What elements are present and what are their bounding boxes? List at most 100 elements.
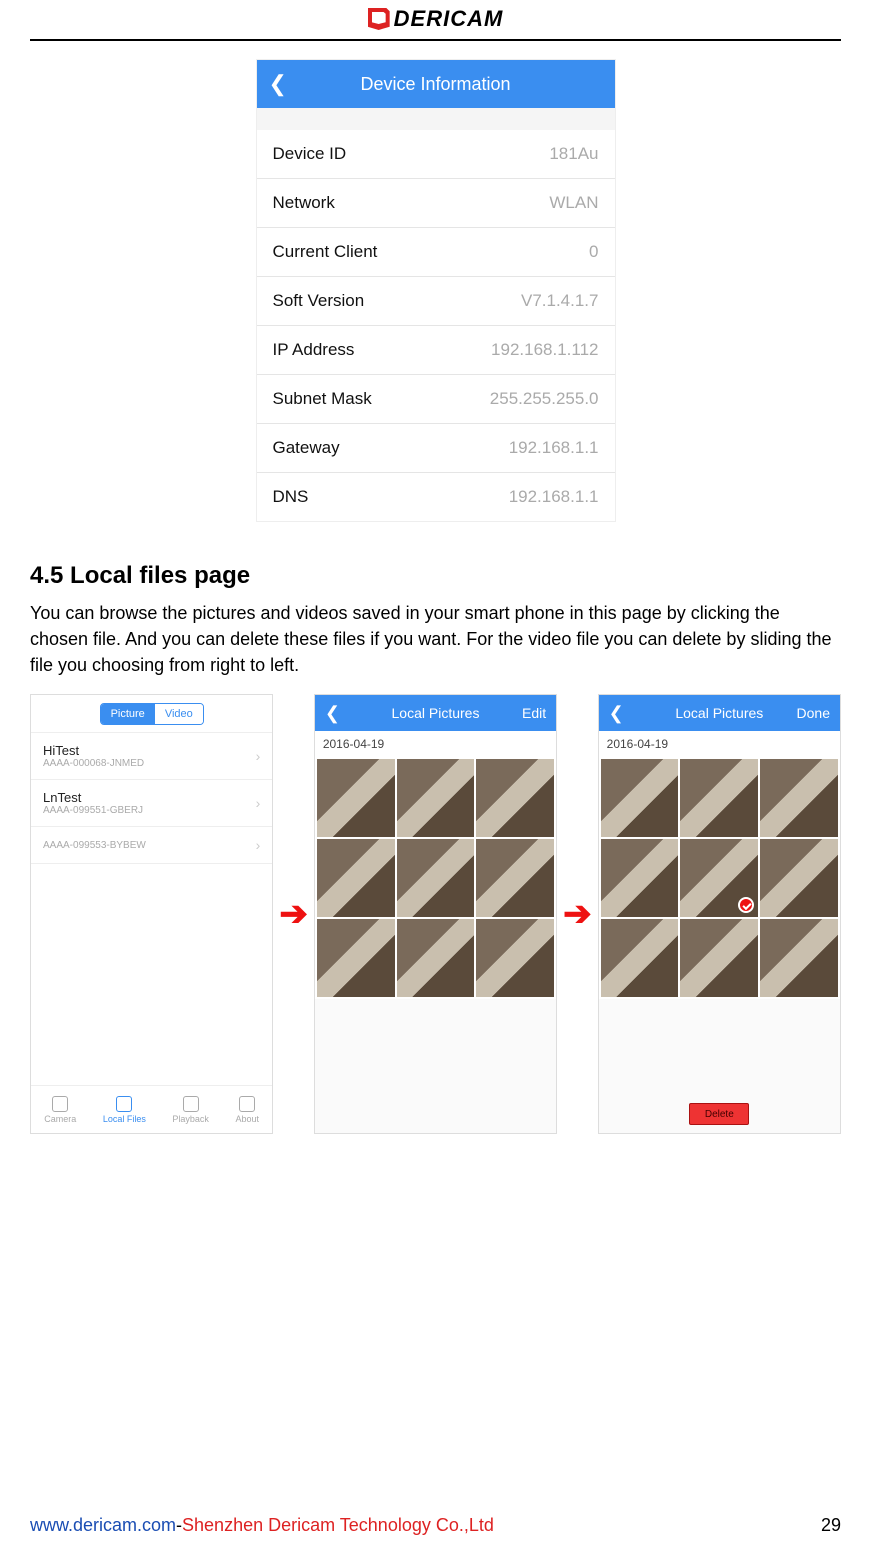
device-info-row: IP Address 192.168.1.112 (257, 326, 615, 375)
page-number: 29 (821, 1515, 841, 1536)
device-info-label: Network (273, 193, 335, 213)
delete-button[interactable]: Delete (689, 1103, 749, 1125)
photo-thumbnail[interactable] (317, 759, 395, 837)
arrow-right-icon: ➔ (563, 894, 592, 934)
nav-bar: ❮ Local Pictures Done (599, 695, 840, 731)
device-info-label: Current Client (273, 242, 378, 262)
date-header: 2016-04-19 (315, 731, 556, 757)
device-info-value: 192.168.1.1 (509, 438, 599, 458)
photo-thumbnail[interactable] (476, 919, 554, 997)
device-info-titlebar: ❮ Device Information (257, 60, 615, 108)
photo-thumbnail[interactable] (397, 759, 475, 837)
device-info-value: WLAN (549, 193, 598, 213)
done-button[interactable]: Done (797, 705, 830, 721)
photo-thumbnail[interactable] (601, 919, 679, 997)
device-info-label: IP Address (273, 340, 355, 360)
photo-thumbnail[interactable] (601, 839, 679, 917)
list-item[interactable]: AAAA-099553-BYBEW › (31, 827, 272, 864)
footer-company: Shenzhen Dericam Technology Co.,Ltd (182, 1515, 494, 1535)
device-info-row: Subnet Mask 255.255.255.0 (257, 375, 615, 424)
list-item-subtitle: AAAA-000068-JNMED (43, 758, 144, 769)
info-icon (239, 1096, 255, 1112)
photo-thumbnail[interactable] (397, 839, 475, 917)
screenshot-local-pictures-select: ❮ Local Pictures Done 2016-04-19 Delete (598, 694, 841, 1134)
page-footer: www.dericam.com-Shenzhen Dericam Technol… (30, 1515, 841, 1536)
list-item[interactable]: HiTestAAAA-000068-JNMED › (31, 733, 272, 780)
device-info-label: Subnet Mask (273, 389, 372, 409)
device-info-value: 0 (589, 242, 598, 262)
thumbnail-grid (599, 757, 840, 998)
thumbnail-grid (315, 757, 556, 998)
segment-control: Picture Video (31, 695, 272, 733)
tab-local-files[interactable]: Local Files (103, 1096, 146, 1124)
photo-thumbnail[interactable] (680, 759, 758, 837)
section-body: You can browse the pictures and videos s… (30, 600, 841, 678)
nav-title: Local Pictures (315, 705, 556, 721)
photo-thumbnail[interactable] (760, 759, 838, 837)
device-info-row: Current Client 0 (257, 228, 615, 277)
folder-icon (116, 1096, 132, 1112)
segment-video[interactable]: Video (155, 704, 203, 724)
list-item[interactable]: LnTestAAAA-099551-GBERJ › (31, 780, 272, 827)
chevron-right-icon: › (256, 837, 261, 853)
photo-thumbnail[interactable] (476, 839, 554, 917)
chevron-right-icon: › (256, 795, 261, 811)
chevron-right-icon: › (256, 748, 261, 764)
device-info-label: Gateway (273, 438, 340, 458)
device-info-value: 255.255.255.0 (490, 389, 599, 409)
logo-shield-icon (368, 8, 390, 30)
camera-icon (52, 1096, 68, 1112)
arrow-right-icon: ➔ (279, 894, 308, 934)
footer-url: www.dericam.com (30, 1515, 176, 1535)
device-info-row: Device ID 181Au (257, 130, 615, 179)
photo-thumbnail[interactable] (317, 919, 395, 997)
device-info-title: Device Information (257, 74, 615, 95)
tab-playback[interactable]: Playback (172, 1096, 209, 1124)
tab-about[interactable]: About (235, 1096, 259, 1124)
device-file-list: HiTestAAAA-000068-JNMED›LnTestAAAA-09955… (31, 733, 272, 1085)
brand-name: DERICAM (394, 6, 504, 32)
device-info-value: 181Au (549, 144, 598, 164)
device-info-screenshot: ❮ Device Information Device ID 181Au Netwo… (256, 59, 616, 522)
device-info-row: Gateway 192.168.1.1 (257, 424, 615, 473)
back-icon[interactable]: ❮ (609, 703, 624, 724)
section-heading: 4.5 Local files page (30, 562, 841, 590)
device-info-label: DNS (273, 487, 309, 507)
bottom-tabbar: Camera Local Files Playback About (31, 1085, 272, 1133)
device-info-value: V7.1.4.1.7 (521, 291, 599, 311)
photo-thumbnail[interactable] (760, 839, 838, 917)
brand-logo: DERICAM (368, 6, 504, 32)
photo-thumbnail[interactable] (397, 919, 475, 997)
device-info-row: Network WLAN (257, 179, 615, 228)
playback-icon (183, 1096, 199, 1112)
checkmark-icon (738, 897, 754, 913)
photo-thumbnail[interactable] (601, 759, 679, 837)
list-item-title: HiTest (43, 743, 144, 758)
device-info-label: Soft Version (273, 291, 365, 311)
device-info-label: Device ID (273, 144, 347, 164)
list-item-subtitle: AAAA-099553-BYBEW (43, 840, 146, 851)
spacer (257, 108, 615, 130)
date-header: 2016-04-19 (599, 731, 840, 757)
page-header: DERICAM (30, 0, 841, 41)
photo-thumbnail[interactable] (760, 919, 838, 997)
list-item-subtitle: AAAA-099551-GBERJ (43, 805, 143, 816)
photo-thumbnail-selected[interactable] (680, 839, 758, 917)
list-item-title: LnTest (43, 790, 143, 805)
device-info-value: 192.168.1.112 (491, 340, 598, 360)
screenshot-local-files-list: Picture Video HiTestAAAA-000068-JNMED›Ln… (30, 694, 273, 1134)
tab-camera[interactable]: Camera (44, 1096, 76, 1124)
photo-thumbnail[interactable] (476, 759, 554, 837)
device-info-value: 192.168.1.1 (509, 487, 599, 507)
local-files-screenshots: Picture Video HiTestAAAA-000068-JNMED›Ln… (30, 694, 841, 1134)
segment-picture[interactable]: Picture (101, 704, 155, 724)
photo-thumbnail[interactable] (680, 919, 758, 997)
nav-bar: ❮ Local Pictures Edit (315, 695, 556, 731)
edit-button[interactable]: Edit (522, 705, 546, 721)
photo-thumbnail[interactable] (317, 839, 395, 917)
back-icon[interactable]: ❮ (269, 71, 287, 97)
screenshot-local-pictures-grid: ❮ Local Pictures Edit 2016-04-19 (314, 694, 557, 1134)
back-icon[interactable]: ❮ (325, 703, 340, 724)
device-info-row: Soft Version V7.1.4.1.7 (257, 277, 615, 326)
device-info-row: DNS 192.168.1.1 (257, 473, 615, 521)
